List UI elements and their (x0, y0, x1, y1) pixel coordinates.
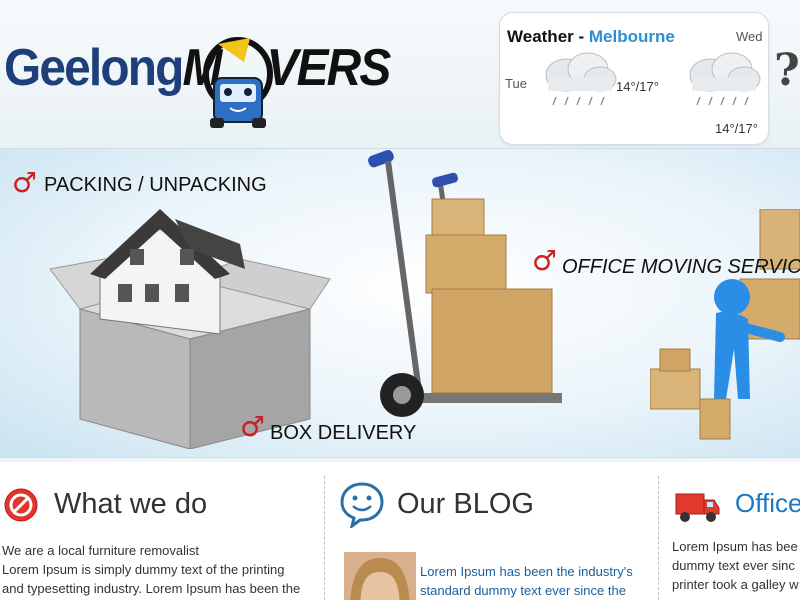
column-divider (658, 476, 659, 600)
column-divider (324, 476, 325, 600)
banner-label-office-moving: OFFICE MOVING SERVICES (562, 256, 800, 278)
male-symbol-icon: ♂ (532, 244, 558, 277)
rain-cloud-icon (689, 52, 761, 106)
column-title[interactable]: What we do (54, 488, 207, 521)
site-logo[interactable]: GeelongM VERS (4, 30, 391, 140)
column-what-we-do: What we do We are a local furniture remo… (0, 472, 322, 600)
weather-day-wed: Wed (736, 29, 763, 44)
column-text: We are a local furniture removalist Lore… (2, 543, 301, 596)
truck-icon (675, 493, 720, 522)
column-title[interactable]: Office M (735, 488, 800, 519)
column-text: Lorem Ipsum has bee dummy text ever sinc… (672, 539, 799, 592)
column-title[interactable]: Our BLOG (397, 488, 534, 521)
male-symbol-icon: ♂ (12, 166, 38, 199)
site-header: GeelongM VERS Weather - Melbourne Tue 14… (0, 0, 800, 148)
logo-text: GeelongM VERS (4, 39, 391, 97)
hand-truck-boxes-illustration (368, 149, 562, 417)
column-office-moving: Office M Lorem Ipsum has bee dummy text … (664, 472, 800, 600)
weather-widget: Weather - Melbourne Tue 14°/17° Wed 14°/… (499, 12, 769, 145)
column-text: Lorem Ipsum has been the industry's stan… (420, 564, 633, 598)
blog-author-photo (344, 552, 416, 600)
male-symbol-icon: ♂ (240, 410, 266, 443)
truck-mascot-icon (203, 37, 273, 128)
weather-temp-tue: 14°/17° (616, 79, 659, 94)
banner-label-box-delivery: BOX DELIVERY (270, 422, 417, 444)
weather-title: Weather - Melbourne (507, 27, 675, 46)
content-columns: What we do We are a local furniture remo… (0, 462, 800, 600)
weather-temp-wed: 14°/17° (715, 121, 758, 136)
chat-smiley-icon (340, 482, 384, 528)
rain-cloud-icon (545, 52, 617, 106)
hero-banner: ♂ PACKING / UNPACKING ♂ OFFICE MOVING SE… (0, 148, 800, 458)
person-carrying-box-illustration (650, 209, 800, 440)
house-in-box-illustration (49, 209, 331, 449)
banner-label-packing: PACKING / UNPACKING (44, 174, 267, 196)
no-entry-icon (4, 488, 38, 522)
weather-day-tue: Tue (505, 76, 527, 91)
weather-city-link[interactable]: Melbourne (589, 27, 675, 46)
help-question-icon[interactable]: ? (774, 45, 800, 96)
column-our-blog: Our BLOG Lorem Ipsum has been the indust… (330, 472, 656, 600)
